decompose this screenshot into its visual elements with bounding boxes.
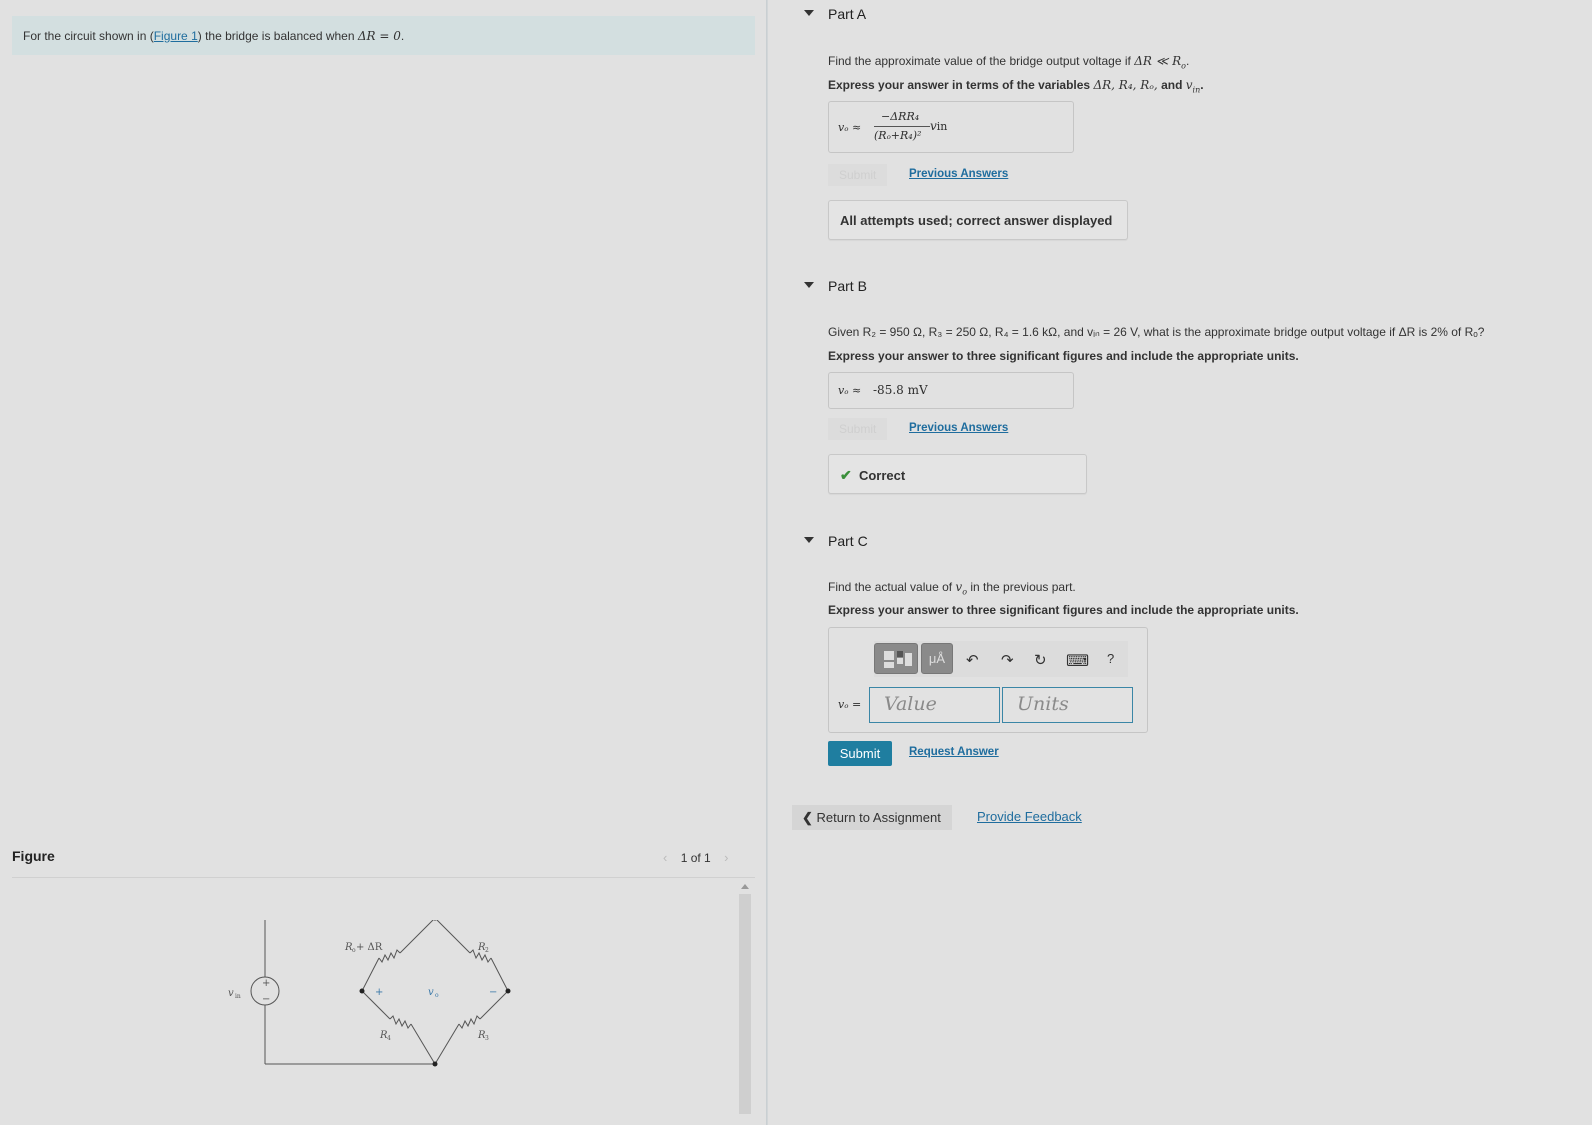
part-a-question-math: ΔR ≪ R (1134, 54, 1182, 68)
part-a-instruction-last: v (1185, 78, 1193, 92)
part-b-previous-answers-link[interactable]: Previous Answers (909, 422, 1008, 434)
figure-pager: ‹ 1 of 1 › (663, 850, 728, 865)
svg-text:−: − (262, 994, 270, 1005)
problem-intro: For the circuit shown in (Figure 1) the … (12, 16, 755, 55)
part-a-status-text: All attempts used; correct answer displa… (840, 213, 1113, 228)
part-c-label: Part C (828, 533, 868, 549)
part-a-instruction-and: and (1157, 78, 1186, 92)
part-b-label: Part B (828, 278, 867, 294)
part-c-header[interactable]: Part C (792, 527, 1592, 557)
part-a-answer-box: vₒ ≈ −ΔRR₄ (Rₒ+R₄)² vin (828, 101, 1074, 153)
part-a-answer-tail-sub: in (936, 120, 948, 133)
part-b-answer-lhs: vₒ ≈ (838, 384, 862, 397)
svg-text:+: + (262, 978, 270, 989)
redo-icon[interactable]: ↷ (1001, 651, 1014, 669)
part-c-question: Find the actual value of vo in the previ… (828, 580, 1076, 596)
editor-toolbar: μÅ ↶ ↷ ↻ ⌨ ? (874, 641, 1128, 677)
vo-sub: o (435, 992, 439, 999)
part-b-question: Given R₂ = 950 Ω, R₃ = 250 Ω, R₄ = 1.6 k… (828, 325, 1485, 339)
part-b-instruction: Express your answer to three significant… (828, 349, 1299, 363)
ro-dr-tail: + ΔR (356, 942, 383, 953)
help-icon[interactable]: ? (1107, 651, 1114, 666)
part-b-status-text: Correct (858, 468, 906, 483)
part-a-answer-lhs: vₒ ≈ (838, 121, 862, 134)
undo-icon[interactable]: ↶ (966, 651, 979, 669)
part-b-header[interactable]: Part B (792, 272, 1592, 302)
panel-divider[interactable] (766, 0, 768, 1125)
part-a-previous-answers-link[interactable]: Previous Answers (909, 168, 1008, 180)
intro-text-2: ) the bridge is balanced when (197, 29, 358, 43)
intro-end: . (400, 29, 405, 43)
part-c-question-text: Find the actual value of (828, 580, 956, 594)
reset-icon[interactable]: ↻ (1034, 651, 1047, 669)
part-a-answer-denominator: (Rₒ+R₄)² (874, 129, 922, 142)
units-input[interactable]: Units (1002, 687, 1133, 723)
part-c-instruction: Express your answer to three significant… (828, 603, 1299, 617)
value-input[interactable]: Value (869, 687, 1000, 723)
keyboard-icon[interactable]: ⌨ (1066, 651, 1089, 671)
part-b-answer-value: -85.8 mV (873, 383, 928, 397)
bridge-circuit-diagram: + − v in R o + ΔR R 2 R 4 R 3 + v o − (228, 920, 511, 1067)
vo-label: v (428, 987, 434, 998)
figure-divider (12, 877, 755, 878)
part-a-instruction-vars: ΔR, R₄, Rₒ, (1093, 78, 1158, 92)
part-a-answer-tail-var: v (930, 119, 937, 133)
part-b-answer-box: vₒ ≈ -85.8 mV (828, 372, 1074, 409)
part-a-answer-numerator: −ΔRR₄ (881, 110, 920, 123)
part-a-status: All attempts used; correct answer displa… (828, 200, 1128, 240)
figure-link[interactable]: Figure 1 (154, 29, 198, 43)
vin-sub: in (235, 993, 241, 1000)
collapse-icon[interactable] (804, 10, 814, 16)
part-a-label: Part A (828, 6, 867, 22)
part-a-submit-button[interactable]: Submit (828, 164, 888, 186)
vo-plus: + (375, 987, 383, 998)
part-b-submit-button[interactable]: Submit (828, 418, 888, 440)
vo-minus: − (489, 987, 497, 998)
figure-scrollbar[interactable] (739, 884, 751, 1125)
part-b-status: ✔ Correct (828, 454, 1087, 494)
part-c-question-end: in the previous part. (967, 580, 1076, 594)
scroll-up-icon[interactable] (741, 884, 749, 889)
part-a-instruction-end: . (1200, 78, 1204, 92)
left-panel: For the circuit shown in (Figure 1) the … (0, 0, 766, 1125)
figure-title: Figure (12, 848, 55, 864)
templates-button[interactable] (874, 643, 918, 674)
scroll-thumb[interactable] (739, 894, 751, 1114)
part-a-answer-tail: vin (930, 119, 947, 133)
r2-sub: 2 (485, 947, 489, 954)
request-answer-link[interactable]: Request Answer (909, 746, 999, 758)
collapse-icon[interactable] (804, 282, 814, 288)
next-figure-icon[interactable]: › (724, 850, 728, 865)
checkmark-icon: ✔ (840, 467, 852, 483)
provide-feedback-link[interactable]: Provide Feedback (977, 809, 1082, 824)
part-a-instruction-text: Express your answer in terms of the vari… (828, 78, 1094, 92)
part-a-question-text: Find the approximate value of the bridge… (828, 54, 1135, 68)
part-c-submit-button[interactable]: Submit (828, 741, 892, 766)
answer-editor: μÅ ↶ ↷ ↻ ⌨ ? vₒ = Value Units (828, 627, 1148, 733)
chevron-left-icon: ❮ (802, 810, 813, 825)
part-c-answer-lhs: vₒ = (838, 698, 862, 711)
r4-sub: 4 (387, 1035, 391, 1042)
part-a-instruction: Express your answer in terms of the vari… (828, 78, 1204, 94)
part-a-header[interactable]: Part A (792, 0, 1592, 30)
fraction-template-icon (884, 651, 912, 668)
r3-sub: 3 (485, 1035, 489, 1042)
return-label: Return to Assignment (816, 810, 941, 825)
part-a-question-end: . (1185, 54, 1190, 68)
return-to-assignment-button[interactable]: ❮ Return to Assignment (792, 805, 952, 830)
part-a-question: Find the approximate value of the bridge… (828, 54, 1189, 70)
collapse-icon[interactable] (804, 537, 814, 543)
units-button[interactable]: μÅ (921, 643, 953, 674)
intro-text: For the circuit shown in ( (23, 29, 154, 43)
fraction-bar (874, 126, 930, 127)
vin-label: v (228, 988, 234, 999)
prev-figure-icon[interactable]: ‹ (663, 850, 667, 865)
figure-page-count: 1 of 1 (680, 851, 711, 865)
intro-math: ΔR = 0 (357, 29, 401, 43)
